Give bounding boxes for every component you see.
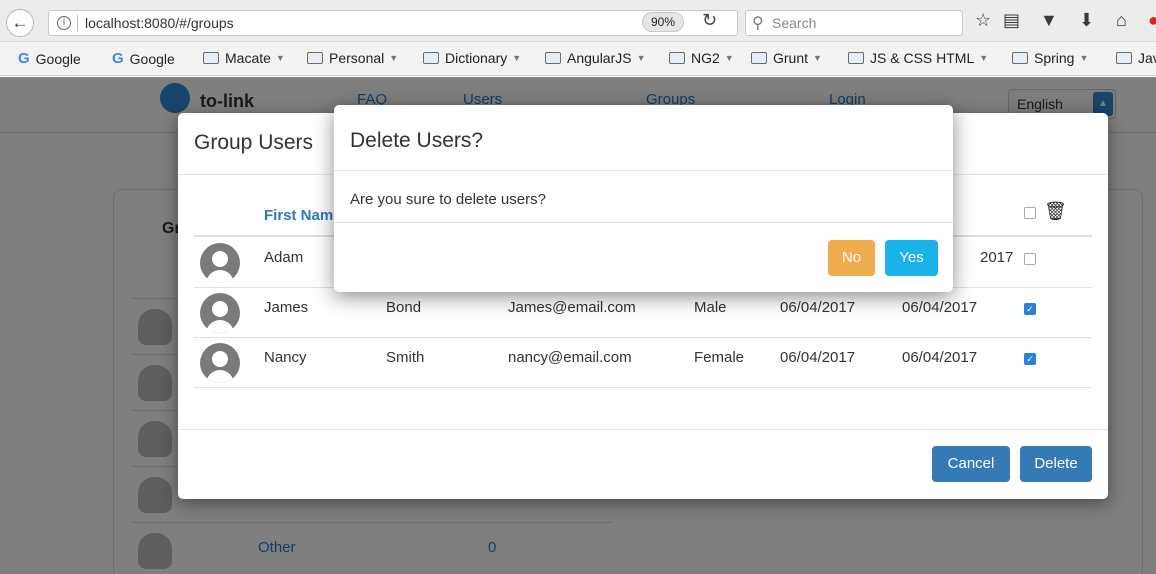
extension-icon[interactable]: ● <box>1148 10 1156 31</box>
url-text: localhost:8080/#/groups <box>85 15 234 31</box>
confirm-modal-divider <box>334 222 953 223</box>
bookmark-folder[interactable]: Dictionary ▼ <box>423 50 521 66</box>
user-avatar-icon <box>200 343 240 383</box>
folder-icon <box>545 52 561 64</box>
bookmark-folder[interactable]: NG2 ▼ <box>669 50 734 66</box>
google-icon: G <box>18 50 30 67</box>
cell-first-name: James <box>264 299 309 316</box>
download-icon[interactable]: ⬇ <box>1079 10 1094 31</box>
bookmark-label: Spring <box>1034 50 1075 66</box>
cell-last-name: Smith <box>386 349 425 366</box>
cell-date: 2017 <box>980 249 1014 266</box>
table-row[interactable]: James Bond James@email.com Male 06/04/20… <box>194 288 1092 338</box>
folder-icon <box>423 52 439 64</box>
bookmark-folder[interactable]: Grunt ▼ <box>751 50 822 66</box>
cell-gender: Female <box>694 349 745 366</box>
no-button[interactable]: No <box>828 240 875 276</box>
cell-created: 06/04/2017 <box>780 349 856 366</box>
cell-gender: Male <box>694 299 727 316</box>
chevron-down-icon: ▼ <box>512 53 522 63</box>
bookmark-label: AngularJS <box>567 50 632 66</box>
bookmark-label: Dictionary <box>445 50 508 66</box>
search-placeholder: Search <box>772 15 817 31</box>
bookmark-folder[interactable]: Jav <box>1116 50 1156 66</box>
group-users-modal-title: Group Users <box>194 131 314 154</box>
yes-button[interactable]: Yes <box>885 240 938 276</box>
chevron-down-icon: ▼ <box>724 53 734 63</box>
bookmarks-bar: G Google G Google Macate ▼ Personal ▼ Dictionary… <box>0 42 1156 76</box>
chevron-down-icon: ▼ <box>636 53 646 63</box>
pocket-icon[interactable]: ▼ <box>1040 10 1058 31</box>
reading-list-icon[interactable]: ▤ <box>1003 10 1020 31</box>
folder-icon <box>751 52 767 64</box>
reload-icon[interactable]: ↻ <box>702 10 717 31</box>
bookmark-google[interactable]: G Google <box>18 50 81 67</box>
bookmark-folder[interactable]: Personal ▼ <box>307 50 398 66</box>
bookmark-label: Personal <box>329 50 385 66</box>
cell-first-name: Adam <box>264 249 304 266</box>
select-all-checkbox[interactable] <box>1024 207 1036 219</box>
url-separator <box>77 15 78 31</box>
cell-last-name: Bond <box>386 299 422 316</box>
delete-users-confirm-modal: Delete Users? Are you sure to delete use… <box>334 105 953 292</box>
cell-email: nancy@email.com <box>508 349 632 366</box>
column-header-first-name[interactable]: First Nam <box>264 207 333 224</box>
folder-icon <box>848 52 864 64</box>
home-icon[interactable]: ⌂ <box>1116 10 1127 31</box>
bookmark-google[interactable]: G Google <box>112 50 175 67</box>
row-checkbox[interactable]: ✓ <box>1024 353 1036 365</box>
info-icon[interactable]: i <box>57 16 71 30</box>
row-checkbox[interactable] <box>1024 253 1036 265</box>
bookmark-folder[interactable]: Macate ▼ <box>203 50 285 66</box>
search-icon: ⚲ <box>752 15 764 32</box>
bookmark-label: JS & CSS HTML <box>870 50 975 66</box>
url-field[interactable]: i localhost:8080/#/groups <box>48 10 738 36</box>
delete-button[interactable]: Delete <box>1020 446 1092 482</box>
row-checkbox[interactable]: ✓ <box>1024 303 1036 315</box>
confirm-modal-title: Delete Users? <box>350 129 484 152</box>
bookmark-label: Google <box>35 50 81 67</box>
user-avatar-icon <box>200 243 240 283</box>
folder-icon <box>1012 52 1028 64</box>
folder-icon <box>307 52 323 64</box>
search-input[interactable]: ⚲ Search <box>745 10 963 36</box>
cell-created: 06/04/2017 <box>780 299 856 316</box>
back-arrow-icon[interactable]: ← <box>6 9 34 37</box>
bookmark-label: Jav <box>1138 50 1156 66</box>
user-avatar-icon <box>200 293 240 333</box>
folder-icon <box>1116 52 1132 64</box>
cell-updated: 06/04/2017 <box>902 349 978 366</box>
cell-first-name: Nancy <box>264 349 307 366</box>
chevron-down-icon: ▼ <box>389 53 399 63</box>
bookmark-folder[interactable]: AngularJS ▼ <box>545 50 646 66</box>
cell-updated: 06/04/2017 <box>902 299 978 316</box>
bookmark-label: NG2 <box>691 50 720 66</box>
chevron-down-icon: ▼ <box>813 53 822 63</box>
folder-icon <box>669 52 685 64</box>
confirm-modal-message: Are you sure to delete users? <box>350 191 546 208</box>
chevron-down-icon: ▼ <box>979 53 989 63</box>
bookmark-label: Macate <box>225 50 271 66</box>
chevron-down-icon: ▼ <box>275 53 285 63</box>
table-row[interactable]: Nancy Smith nancy@email.com Female 06/04… <box>194 338 1092 388</box>
bookmark-label: Google <box>129 50 175 67</box>
cell-email: James@email.com <box>508 299 636 316</box>
google-icon: G <box>112 50 124 67</box>
chevron-down-icon: ▼ <box>1079 53 1089 63</box>
bookmark-folder[interactable]: JS & CSS HTML ▼ <box>848 50 988 66</box>
bookmark-folder[interactable]: Spring ▼ <box>1012 50 1088 66</box>
folder-icon <box>203 52 219 64</box>
bookmark-label: Grunt <box>773 50 809 66</box>
trash-icon[interactable]: 🗑 <box>1044 201 1067 222</box>
zoom-level-badge[interactable]: 90% <box>642 12 684 32</box>
cancel-button[interactable]: Cancel <box>932 446 1010 482</box>
bookmark-star-icon[interactable]: ☆ <box>975 10 991 31</box>
confirm-modal-header: Delete Users? <box>334 105 953 171</box>
group-users-modal-footer-divider <box>178 429 1108 430</box>
browser-toolbar: ← i localhost:8080/#/groups 90% ↻ ⚲ Sear… <box>0 0 1156 42</box>
